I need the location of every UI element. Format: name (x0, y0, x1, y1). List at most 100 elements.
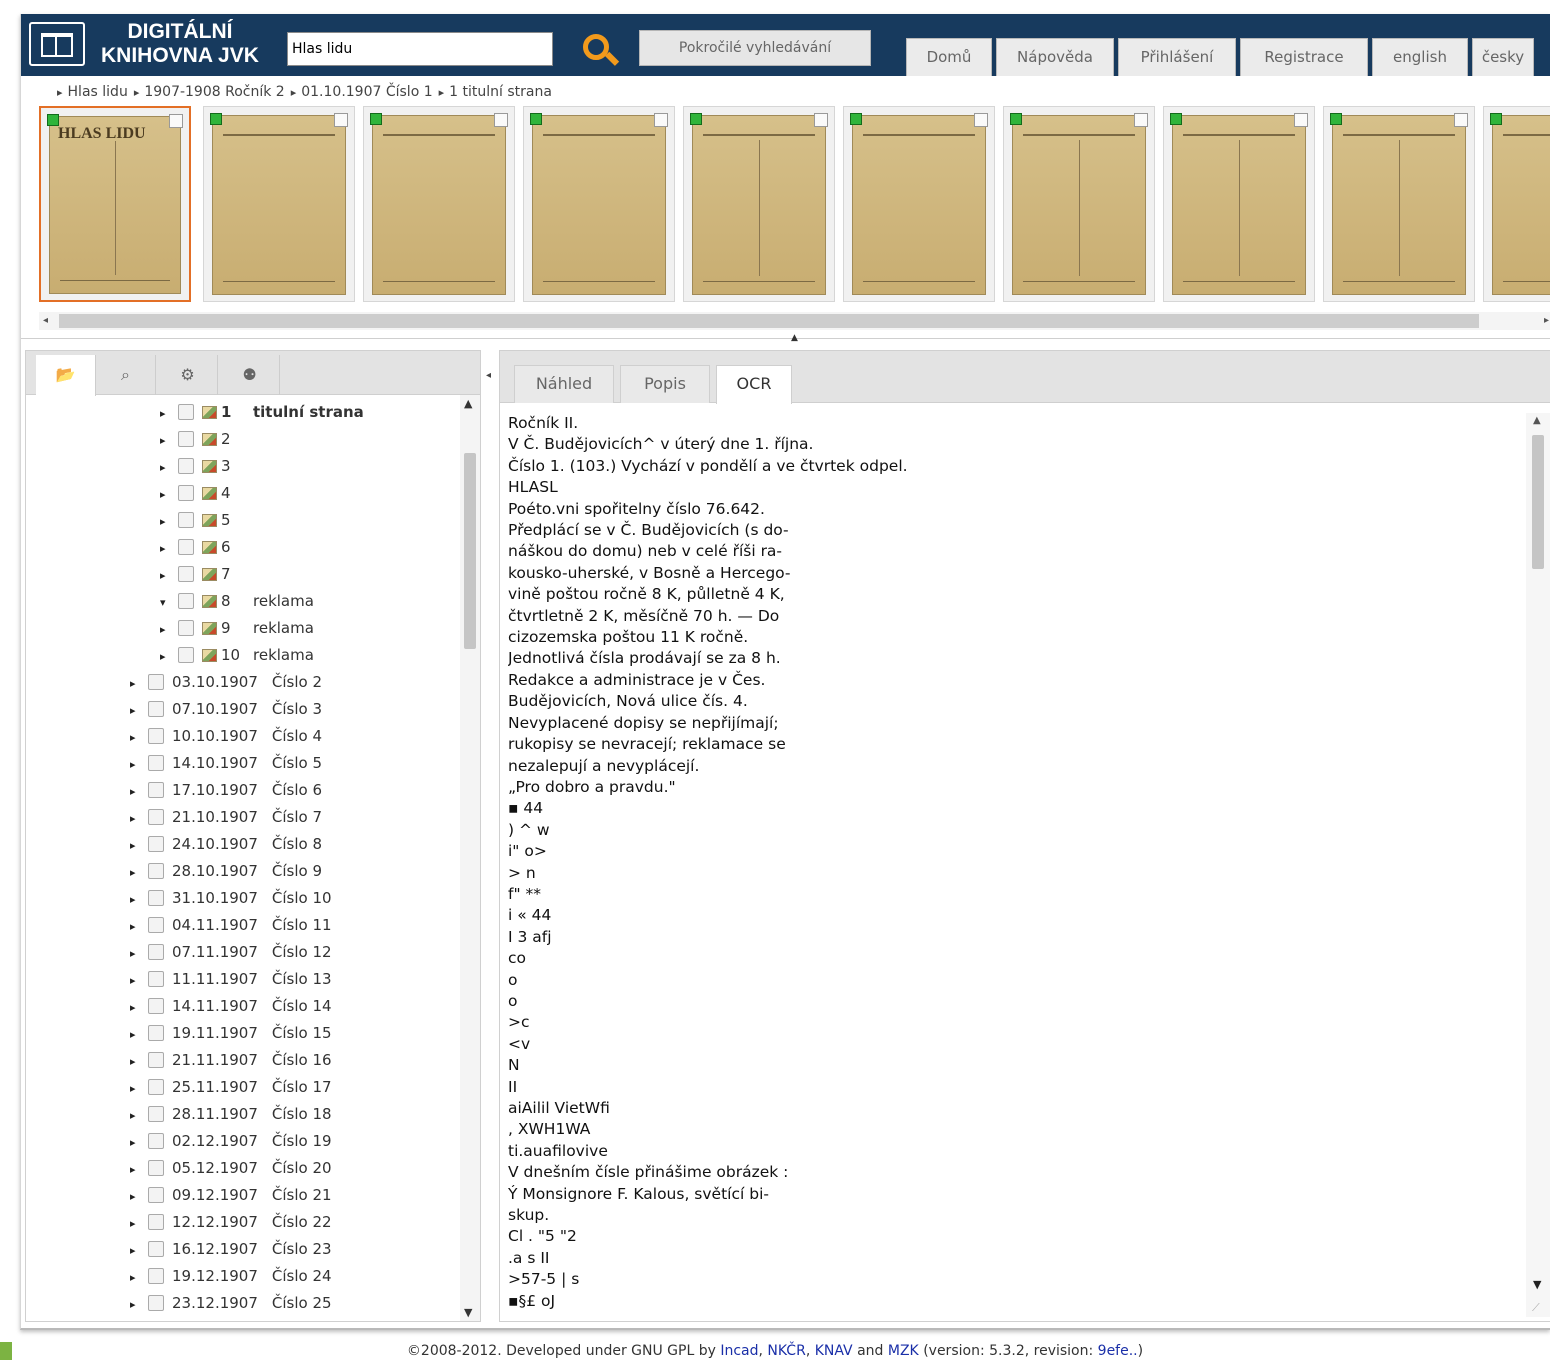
tree-issue-item[interactable]: ▸ 12.12.1907 Číslo 22 (130, 1209, 332, 1236)
expand-toggle-icon[interactable]: ▸ (130, 859, 148, 886)
tree-checkbox[interactable] (178, 431, 194, 447)
tree-checkbox[interactable] (148, 1133, 164, 1149)
expand-toggle-icon[interactable]: ▸ (130, 1075, 148, 1102)
tree-page-item[interactable]: ▸ 2 (160, 426, 253, 453)
expand-toggle-icon[interactable]: ▸ (160, 454, 178, 481)
tree-checkbox[interactable] (148, 1025, 164, 1041)
tree-checkbox[interactable] (178, 566, 194, 582)
expand-toggle-icon[interactable]: ▸ (130, 913, 148, 940)
expand-toggle-icon[interactable]: ▾ (160, 589, 178, 616)
page-thumbnail[interactable] (843, 106, 995, 302)
thumbnail-checkbox[interactable] (974, 113, 988, 127)
tree-checkbox[interactable] (148, 917, 164, 933)
expand-toggle-icon[interactable]: ▸ (130, 1156, 148, 1183)
thumbnail-checkbox[interactable] (814, 113, 828, 127)
tree-checkbox[interactable] (148, 1187, 164, 1203)
tree-checkbox[interactable] (148, 755, 164, 771)
tree-issue-item[interactable]: ▸ 16.12.1907 Číslo 23 (130, 1236, 332, 1263)
tree-checkbox[interactable] (148, 890, 164, 906)
page-thumbnail[interactable] (1323, 106, 1475, 302)
page-thumbnail[interactable] (363, 106, 515, 302)
expand-toggle-icon[interactable]: ▸ (160, 508, 178, 535)
tree-checkbox[interactable] (178, 593, 194, 609)
tree-page-item[interactable]: ▸ 10 reklama (160, 642, 314, 669)
tree-checkbox[interactable] (148, 1052, 164, 1068)
tree-checkbox[interactable] (178, 485, 194, 501)
tree-issue-item[interactable]: ▸ 17.10.1907 Číslo 6 (130, 777, 322, 804)
scroll-right-icon[interactable]: ▸ (1544, 312, 1549, 330)
expand-toggle-icon[interactable]: ▸ (130, 697, 148, 724)
expand-toggle-icon[interactable]: ▸ (130, 1183, 148, 1210)
expand-toggle-icon[interactable]: ▸ (130, 1264, 148, 1291)
tree-checkbox[interactable] (148, 863, 164, 879)
tree-issue-item[interactable]: ▸ 07.10.1907 Číslo 3 (130, 696, 322, 723)
nav-login[interactable]: Přihlášení (1118, 38, 1236, 76)
expand-toggle-icon[interactable]: ▸ (130, 778, 148, 805)
page-thumbnail[interactable] (1483, 106, 1550, 302)
thumbnail-checkbox[interactable] (169, 114, 183, 128)
tree-scrollbar[interactable]: ▲ ▼ (460, 395, 480, 1321)
tree-checkbox[interactable] (178, 458, 194, 474)
expand-toggle-icon[interactable]: ▸ (160, 616, 178, 643)
tab-description[interactable]: Popis (620, 365, 710, 403)
footer-link-knav[interactable]: KNAV (815, 1343, 853, 1359)
expand-toggle-icon[interactable]: ▸ (130, 1210, 148, 1237)
expand-toggle-icon[interactable]: ▸ (160, 427, 178, 454)
tree-issue-item[interactable]: ▸ 23.12.1907 Číslo 25 (130, 1290, 332, 1317)
breadcrumb-item[interactable]: 01.10.1907 Číslo 1 (291, 84, 432, 100)
expand-toggle-icon[interactable]: ▸ (160, 562, 178, 589)
tree-issue-item[interactable]: ▸ 25.11.1907 Číslo 17 (130, 1074, 332, 1101)
tree-checkbox[interactable] (178, 539, 194, 555)
expand-toggle-icon[interactable]: ▸ (160, 481, 178, 508)
scrollbar-thumb[interactable] (1532, 435, 1544, 569)
resize-grip-icon[interactable]: ⟋ (1532, 1301, 1540, 1315)
thumbnail-checkbox[interactable] (1134, 113, 1148, 127)
tree-checkbox[interactable] (148, 809, 164, 825)
tree-checkbox[interactable] (148, 1106, 164, 1122)
page-thumbnail[interactable] (203, 106, 355, 302)
page-thumbnail[interactable] (1003, 106, 1155, 302)
expand-toggle-icon[interactable]: ▸ (130, 1129, 148, 1156)
page-thumbnail[interactable] (1163, 106, 1315, 302)
nav-register[interactable]: Registrace (1240, 38, 1368, 76)
thumbnail-scrollbar[interactable]: ◂ ▸ (39, 312, 1550, 330)
tree-page-item[interactable]: ▸ 3 (160, 453, 253, 480)
tree-issue-item[interactable]: ▸ 14.11.1907 Číslo 14 (130, 993, 332, 1020)
tree-issue-item[interactable]: ▸ 04.11.1907 Číslo 11 (130, 912, 332, 939)
expand-toggle-icon[interactable]: ▸ (130, 994, 148, 1021)
tree-issue-item[interactable]: ▸ 19.12.1907 Číslo 24 (130, 1263, 332, 1290)
tree-checkbox[interactable] (148, 701, 164, 717)
expand-toggle-icon[interactable]: ▸ (130, 1102, 148, 1129)
tree-checkbox[interactable] (148, 944, 164, 960)
tree-checkbox[interactable] (178, 512, 194, 528)
footer-link-incad[interactable]: Incad (720, 1343, 758, 1359)
tree-checkbox[interactable] (148, 674, 164, 690)
tree-page-item[interactable]: ▸ 4 (160, 480, 253, 507)
scroll-up-icon[interactable]: ▲ (464, 397, 472, 410)
tree-issue-item[interactable]: ▸ 05.12.1907 Číslo 20 (130, 1155, 332, 1182)
tree-checkbox[interactable] (148, 836, 164, 852)
site-logo-text[interactable]: DIGITÁLNÍ KNIHOVNA JVK (101, 20, 259, 68)
tree-issue-item[interactable]: ▸ 24.10.1907 Číslo 8 (130, 831, 322, 858)
folder-icon[interactable]: 📂 (36, 355, 96, 396)
expand-toggle-icon[interactable]: ▸ (130, 832, 148, 859)
page-thumbnail[interactable] (523, 106, 675, 302)
scrollbar-thumb[interactable] (59, 314, 1479, 328)
tab-ocr[interactable]: OCR (716, 365, 792, 404)
advanced-search-button[interactable]: Pokročilé vyhledávání (639, 30, 871, 66)
tree-checkbox[interactable] (148, 998, 164, 1014)
search-icon[interactable]: ⌕ (96, 355, 156, 395)
page-thumbnail[interactable]: HLAS LIDU (39, 106, 191, 302)
tree-checkbox[interactable] (148, 728, 164, 744)
page-thumbnail[interactable] (683, 106, 835, 302)
scroll-up-icon[interactable]: ▲ (1533, 415, 1541, 426)
gear-icon[interactable]: ⚙ (158, 355, 218, 395)
tree-checkbox[interactable] (178, 404, 194, 420)
expand-toggle-icon[interactable]: ▸ (130, 1048, 148, 1075)
scroll-down-icon[interactable]: ▼ (464, 1306, 472, 1319)
expand-toggle-icon[interactable]: ▸ (130, 1291, 148, 1318)
expand-toggle-icon[interactable]: ▸ (130, 967, 148, 994)
tree-checkbox[interactable] (178, 620, 194, 636)
tree-checkbox[interactable] (178, 647, 194, 663)
tree-page-item[interactable]: ▸ 1 titulní strana (160, 399, 364, 426)
